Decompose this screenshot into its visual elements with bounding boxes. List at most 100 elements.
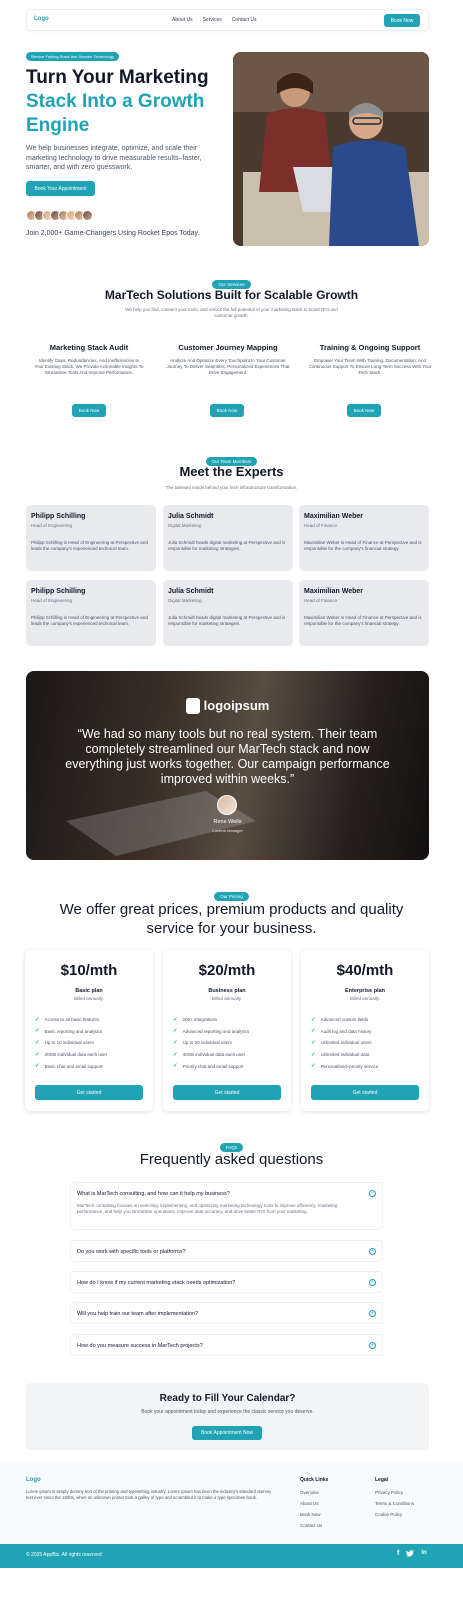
plus-circle-icon[interactable]: + [369, 1310, 376, 1317]
quick-links-title: Quick Links [300, 1477, 329, 1483]
plan-price: $10/mth [60, 962, 118, 979]
service-journey-book-button[interactable]: Book Now [210, 404, 244, 417]
plan-billing: Billed annually. [212, 996, 242, 1001]
check-icon: ✓ [35, 1039, 40, 1046]
hero-title-line1: Turn Your Marketing [26, 67, 209, 88]
plan-price: $20/mth [198, 962, 256, 979]
check-icon: ✓ [35, 1016, 40, 1023]
linkedin-icon[interactable]: in [421, 1550, 426, 1559]
footer-link-overview[interactable]: Overview [300, 1490, 319, 1495]
avatar [82, 210, 93, 221]
testimonial-logo-text: logoipsum [203, 698, 270, 714]
nav-contact-us[interactable]: Contact Us [232, 17, 257, 23]
expert-bio: Philipp Schilling is Head of Engineering… [31, 615, 148, 626]
expert-role: Head of Engineering [31, 523, 73, 528]
nav-services[interactable]: Services [203, 17, 222, 23]
testimonial-avatar [217, 795, 237, 815]
faq-item[interactable]: How do I know if my current marketing st… [70, 1271, 383, 1293]
plan-feature: ✓ Unlimited individual users [311, 1039, 372, 1046]
faq-question[interactable]: Will you help train our team after imple… [77, 1311, 198, 1317]
footer-link-contact-us[interactable]: Contact Us [300, 1523, 322, 1528]
service-audit-book-button[interactable]: Book Now [72, 404, 106, 417]
expert-name: Maximilian Weber [304, 513, 364, 520]
faq-question[interactable]: Do you work with specific tools or platf… [77, 1249, 186, 1255]
faq-item[interactable]: How do you measure success in MarTech pr… [70, 1334, 383, 1356]
service-title: Training & Ongoing Support [319, 343, 421, 352]
hero-title-line2: Stack Into a Growth [26, 91, 205, 112]
check-icon: ✓ [173, 1016, 178, 1023]
get-started-button[interactable]: Get started [311, 1085, 419, 1100]
header-logo[interactable]: Logo [34, 16, 49, 22]
plan-feature: ✓ 20GB individual data each user [35, 1051, 108, 1058]
footer-logo[interactable]: Logo [26, 1477, 41, 1483]
cta-book-appointment-button[interactable]: Book Appointment Now [192, 1426, 262, 1440]
facebook-icon[interactable]: f [397, 1550, 399, 1559]
check-icon: ✓ [173, 1039, 178, 1046]
expert-role: Head of Finance [304, 598, 338, 603]
expert-role: Head of Engineering [31, 598, 73, 603]
faq-item-expanded[interactable]: What is MarTech consulting, and how can … [70, 1182, 383, 1230]
hero-description: We help businesses integrate, optimize, … [26, 145, 202, 171]
faq-question[interactable]: What is MarTech consulting, and how can … [77, 1191, 230, 1197]
expert-card: Maximilian Weber Head of Finance Maximil… [299, 505, 429, 571]
pricing-card-enterprise: $40/mth Enterprise plan Billed annually.… [301, 950, 429, 1111]
service-audit: Marketing Stack Audit Identify Gaps, Red… [34, 343, 144, 376]
plan-feature: ✓ 40GB individual data each user [173, 1051, 246, 1058]
service-training-book-button[interactable]: Book Now [347, 404, 381, 417]
plan-features: ✓ 200+ integrations ✓ Advanced reporting a… [173, 1014, 249, 1072]
plus-circle-icon[interactable]: + [369, 1279, 376, 1286]
site-header: Logo About Us Services Contact Us Book N… [26, 9, 429, 31]
hero-title: Turn Your Marketing Stack Into a Growth … [26, 66, 226, 138]
site-footer: Logo Lorem ipsum is simply dummy text of… [0, 1462, 463, 1544]
header-book-now-button[interactable]: Book Now [384, 14, 420, 27]
check-icon: ✓ [311, 1063, 316, 1070]
footer-bottom-bar: © 2025 AppBiz. All rights reserved f in [0, 1544, 463, 1568]
faq-item[interactable]: Do you work with specific tools or platf… [70, 1240, 383, 1262]
expert-name: Maximilian Weber [304, 588, 364, 595]
service-title: Marketing Stack Audit [49, 343, 129, 352]
get-started-button[interactable]: Get started [35, 1085, 143, 1100]
plan-name: Basic plan [75, 988, 103, 994]
expert-name: Julia Schmidt [168, 588, 214, 595]
footer-link-book-now[interactable]: Book Now [300, 1512, 321, 1517]
check-icon: ✓ [311, 1051, 316, 1058]
plan-feature: ✓ Personalised+priority service [311, 1063, 379, 1070]
check-icon: ✓ [173, 1028, 178, 1035]
main-nav: About Us Services Contact Us [172, 17, 257, 23]
plus-circle-icon[interactable]: + [369, 1342, 376, 1349]
nav-about-us[interactable]: About Us [172, 17, 193, 23]
social-links: f in [397, 1550, 427, 1559]
plan-name: Business plan [208, 988, 246, 994]
footer-link-terms[interactable]: Terms & Conditions [375, 1501, 414, 1506]
footer-link-cookie-policy[interactable]: Cookie Policy [375, 1512, 402, 1517]
service-journey: Customer Journey Mapping Analyze And Opt… [158, 343, 298, 376]
footer-link-privacy-policy[interactable]: Privacy Policy [375, 1490, 403, 1495]
twitter-icon[interactable] [406, 1550, 415, 1559]
service-description: Identify Gaps, Redundancies, And Ineffic… [34, 358, 144, 375]
plan-feature: ✓ Basic chat and email support [35, 1063, 103, 1070]
expert-card: Philipp Schilling Head of Engineering Ph… [26, 580, 156, 646]
hero-photo-illustration [233, 52, 429, 246]
hero-photo [233, 52, 429, 246]
plus-circle-icon[interactable]: + [369, 1248, 376, 1255]
plan-features: ✓ Advanced custom fields ✓ Audit log and d… [311, 1014, 378, 1072]
faq-question[interactable]: How do you measure success in MarTech pr… [77, 1343, 203, 1349]
hero-join-text: Join 2,000+ Game-Changers Using Rocket E… [26, 230, 200, 237]
expert-name: Philipp Schilling [31, 588, 86, 595]
expert-card: Julia Schmidt Digital Marketing Julia Sc… [163, 505, 293, 571]
plan-feature: ✓ Advanced reporting and analytics [173, 1028, 250, 1035]
footer-link-about-us[interactable]: About Us [300, 1501, 319, 1506]
get-started-button[interactable]: Get started [173, 1085, 281, 1100]
faq-item[interactable]: Will you help train our team after imple… [70, 1302, 383, 1324]
minus-circle-icon[interactable]: − [369, 1190, 376, 1197]
plan-feature: ✓ 200+ integrations [173, 1016, 218, 1023]
faq-question[interactable]: How do I know if my current marketing st… [77, 1280, 235, 1286]
expert-name: Julia Schmidt [168, 513, 214, 520]
check-icon: ✓ [311, 1039, 316, 1046]
hero-book-appointment-button[interactable]: Book Your Appointment [26, 181, 95, 196]
hero-tag: Service Fueling Stack Ask Smarter Techno… [26, 52, 119, 61]
expert-card: Maximilian Weber Head of Finance Maximil… [299, 580, 429, 646]
plan-feature: ✓ Advanced custom fields [311, 1016, 369, 1023]
cta-title: Ready to Fill Your Calendar? [159, 1393, 296, 1404]
plan-billing: Billed annually. [74, 996, 104, 1001]
